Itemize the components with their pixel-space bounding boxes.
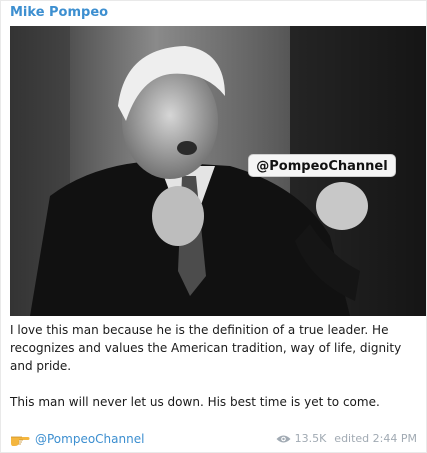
message-paragraph-1: I love this man because he is the defini… [10, 323, 402, 373]
pointing-hand-icon [11, 436, 30, 446]
sender-name[interactable]: Mike Pompeo [10, 5, 108, 20]
channel-link[interactable]: @PompeoChannel [35, 430, 144, 448]
message-photo[interactable]: @PompeoChannel [10, 26, 426, 316]
message-paragraph-2: This man will never let us down. His bes… [10, 395, 380, 409]
eye-icon [276, 435, 291, 443]
photo-watermark: @PompeoChannel [248, 154, 396, 177]
message-text: I love this man because he is the defini… [10, 321, 414, 429]
channel-message: Mike Pompeo @PompeoChannel I love this m… [0, 0, 427, 453]
message-footer: @PompeoChannel 13.5K edited 2:44 PM [10, 430, 417, 448]
message-meta: 13.5K edited 2:44 PM [276, 430, 417, 448]
view-count: 13.5K [294, 432, 327, 445]
edited-timestamp: edited 2:44 PM [334, 432, 417, 445]
